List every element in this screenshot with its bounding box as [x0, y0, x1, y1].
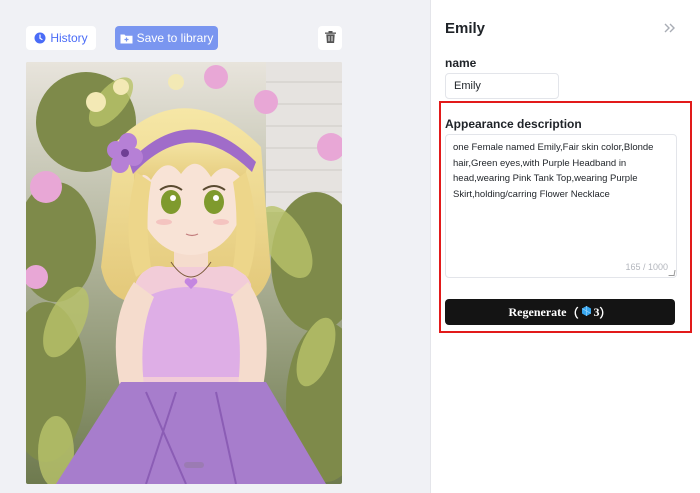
regenerate-button[interactable]: Regenerate （ 3 ） — [445, 299, 675, 325]
regenerate-open-paren: （ — [566, 305, 579, 320]
character-image — [26, 62, 342, 484]
save-label: Save to library — [136, 31, 214, 45]
name-label: name — [445, 56, 477, 70]
delete-button[interactable] — [318, 26, 342, 50]
clock-icon — [34, 32, 46, 44]
appearance-description-textarea[interactable]: one Female named Emily,Fair skin color,B… — [445, 134, 677, 278]
history-label: History — [50, 31, 88, 45]
appearance-description-label: Appearance description — [445, 117, 582, 131]
double-chevron-right-icon[interactable] — [664, 20, 675, 37]
details-panel: Emily name Appearance description one Fe… — [431, 0, 700, 493]
regenerate-label: Regenerate — [508, 304, 567, 319]
resize-handle[interactable] — [668, 270, 676, 276]
character-title: Emily — [445, 20, 486, 37]
save-to-library-button[interactable]: Save to library — [115, 26, 218, 50]
char-count: 165 / 1000 — [625, 262, 668, 272]
regenerate-close-paren: ） — [599, 305, 612, 320]
history-button[interactable]: History — [26, 26, 96, 50]
name-input[interactable] — [445, 73, 559, 99]
appearance-description-text: one Female named Emily,Fair skin color,B… — [453, 142, 654, 200]
gem-icon — [582, 305, 592, 320]
folder-plus-icon — [120, 33, 133, 44]
trash-icon — [324, 30, 336, 46]
image-panel: History Save to library — [0, 0, 430, 493]
